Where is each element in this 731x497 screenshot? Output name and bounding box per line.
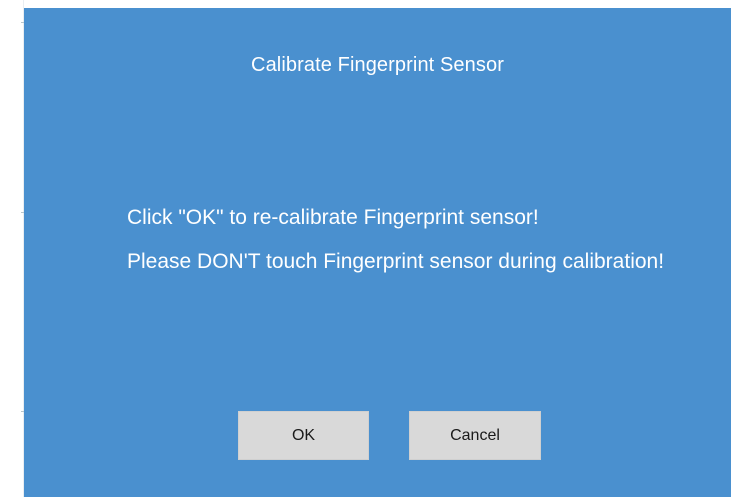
cancel-button[interactable]: Cancel [409, 411, 541, 460]
warning-text: Please DON'T touch Fingerprint sensor du… [127, 250, 665, 273]
ok-button[interactable]: OK [238, 411, 369, 460]
dialog-title: Calibrate Fingerprint Sensor [251, 54, 504, 76]
calibration-dialog: Calibrate Fingerprint Sensor Click "OK" … [24, 8, 731, 497]
instruction-text: Click "OK" to re-calibrate Fingerprint s… [127, 206, 539, 229]
dialog-message: Click "OK" to re-calibrate Fingerprint s… [127, 204, 697, 292]
background-window-edge [0, 0, 24, 497]
